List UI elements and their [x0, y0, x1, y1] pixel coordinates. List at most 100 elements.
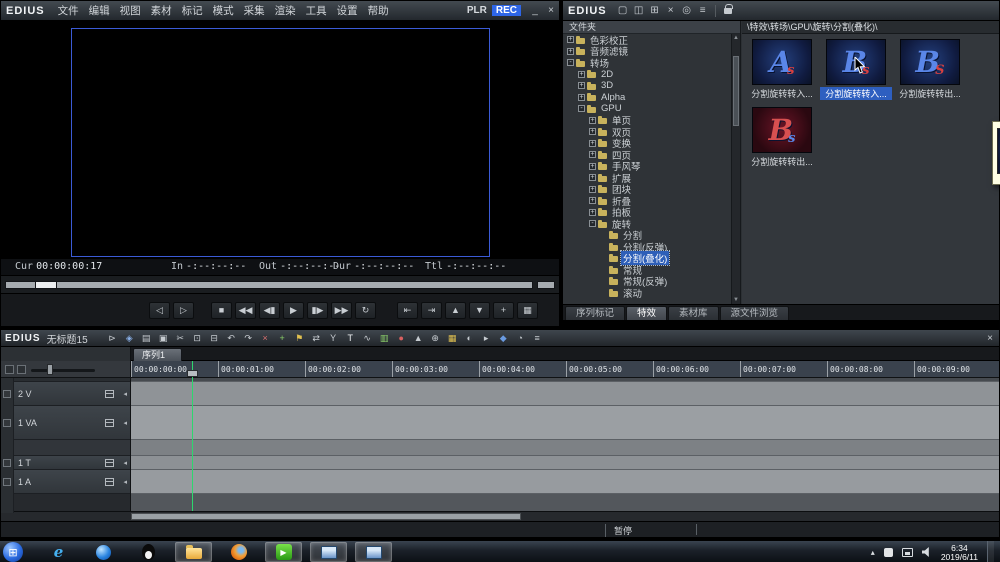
taskbar-clock[interactable]: 6:34 2019/6/11: [941, 542, 978, 562]
sequence-tab[interactable]: 序列1: [133, 348, 183, 361]
tree-item[interactable]: + 2D: [563, 69, 731, 81]
previous-edit-point-button[interactable]: ▲: [445, 301, 466, 319]
tree-item[interactable]: + 双页: [563, 126, 731, 139]
tree-expander-icon[interactable]: +: [589, 185, 596, 193]
timescale-slider-thumb[interactable]: [47, 364, 53, 375]
thumbnail-view-icon[interactable]: ⊞: [647, 4, 663, 18]
audio-track-lane[interactable]: [131, 470, 999, 494]
delete-icon[interactable]: ×: [663, 4, 679, 18]
effect-thumbnail[interactable]: Bs: [752, 107, 812, 153]
title-icon[interactable]: T: [342, 332, 359, 345]
effect-thumbnail[interactable]: BS: [900, 39, 960, 85]
title-track-lane[interactable]: [131, 456, 999, 470]
palette-tab[interactable]: 源文件浏览: [719, 306, 790, 320]
track-sync-icon[interactable]: [3, 390, 11, 398]
display-mode-button[interactable]: ▦: [517, 301, 538, 319]
track-sync-icon[interactable]: [3, 459, 11, 467]
stop-button[interactable]: ■: [211, 301, 232, 319]
tree-expander-icon[interactable]: +: [589, 116, 596, 124]
minimize-icon[interactable]: _: [527, 5, 543, 16]
loop-play-button[interactable]: ↻: [355, 301, 376, 319]
close-icon[interactable]: ×: [543, 5, 559, 16]
track-header-video-audio[interactable]: 1 VA ◂: [1, 406, 130, 440]
tree-item[interactable]: + Alpha: [563, 92, 731, 104]
palette-tab[interactable]: 素材库: [668, 306, 719, 320]
track-height-button[interactable]: [17, 365, 26, 374]
record-icon[interactable]: ●: [393, 332, 410, 345]
player-mode-button[interactable]: PLR: [464, 5, 490, 16]
new-folder-icon[interactable]: ▢: [615, 4, 631, 18]
rewind-button[interactable]: ◀◀: [235, 301, 256, 319]
track-output-icon[interactable]: [105, 389, 114, 398]
tree-expander-icon[interactable]: +: [589, 139, 596, 147]
tree-item[interactable]: + 手风琴: [563, 161, 731, 173]
play-button[interactable]: ▶: [283, 301, 304, 319]
scrubber-track[interactable]: [5, 281, 533, 289]
menu-item[interactable]: 文件: [53, 3, 84, 18]
tree-expander-icon[interactable]: +: [567, 36, 574, 44]
tray-app-icon[interactable]: [883, 547, 893, 557]
track-sync-icon[interactable]: [3, 419, 11, 427]
tree-item[interactable]: + 拍板: [563, 207, 731, 219]
tree-expander-icon[interactable]: +: [578, 82, 585, 90]
cut-icon[interactable]: ✂: [172, 332, 189, 345]
track-header-video[interactable]: 2 V ◂: [1, 382, 130, 406]
tree-expander-icon[interactable]: +: [589, 151, 596, 159]
taskbar-ie[interactable]: e: [40, 542, 77, 562]
tree-item[interactable]: 滚动: [563, 287, 731, 300]
copy-icon[interactable]: ⊡: [189, 332, 206, 345]
menu-item[interactable]: 设置: [332, 3, 363, 18]
timeline-ruler[interactable]: 00:00:00:00 00:00:01:00 00:00:02:00 00:0…: [131, 361, 999, 378]
track-expand-icon[interactable]: ◂: [123, 419, 127, 427]
properties-icon[interactable]: ◎: [679, 4, 695, 18]
tree-item[interactable]: - 旋转: [563, 218, 731, 231]
tree-item[interactable]: + 变换: [563, 138, 731, 150]
video-audio-track-lane[interactable]: [131, 406, 999, 440]
save-icon[interactable]: ▣: [155, 332, 172, 345]
tree-item[interactable]: + 3D: [563, 80, 731, 92]
timescale-button[interactable]: [5, 365, 14, 374]
duration-icon[interactable]: ◔: [512, 332, 529, 345]
set-in-point-button[interactable]: ⇤: [397, 301, 418, 319]
menu-item[interactable]: 渲染: [270, 3, 301, 18]
sub-track-lane[interactable]: [131, 440, 999, 456]
track-lanes[interactable]: [131, 378, 999, 513]
tree-expander-icon[interactable]: -: [567, 59, 574, 67]
menu-item[interactable]: 工具: [301, 3, 332, 18]
track-output-icon[interactable]: [105, 477, 114, 486]
track-expand-icon[interactable]: ◂: [123, 478, 127, 486]
tree-item[interactable]: - GPU: [563, 103, 731, 115]
menu-item[interactable]: 模式: [208, 3, 239, 18]
palette-tab[interactable]: 序列标记: [565, 306, 626, 320]
menu-item[interactable]: 采集: [239, 3, 270, 18]
tree-item[interactable]: + 扩展: [563, 172, 731, 185]
set-out-point-button[interactable]: ⇥: [421, 301, 442, 319]
position-scrubber[interactable]: [1, 275, 559, 293]
add-clip-icon[interactable]: +: [274, 332, 291, 345]
timescale-slider[interactable]: [31, 369, 95, 372]
taskbar-firefox[interactable]: [220, 542, 257, 562]
play-icon[interactable]: ▸: [478, 332, 495, 345]
volume-icon[interactable]: [921, 547, 929, 557]
timeline-horizontal-scrollbar[interactable]: [1, 511, 999, 521]
next-edit-point-button[interactable]: ▼: [469, 301, 490, 319]
tree-expander-icon[interactable]: +: [567, 47, 574, 55]
tree-expander-icon[interactable]: +: [589, 128, 596, 136]
taskbar-editor[interactable]: [310, 542, 347, 562]
effect-item[interactable]: As 分割旋转转入...: [746, 39, 818, 100]
effect-icon[interactable]: ◈: [121, 332, 138, 345]
track-header-title[interactable]: 1 T ◂: [1, 456, 130, 470]
palette-tab[interactable]: 特效: [626, 306, 668, 320]
scrubber-thumb[interactable]: [35, 281, 57, 289]
video-track-lane[interactable]: [131, 382, 999, 406]
close-icon[interactable]: ×: [981, 333, 999, 344]
tree-item[interactable]: + 单页: [563, 115, 731, 127]
effect-thumbnail[interactable]: As: [752, 39, 812, 85]
network-icon[interactable]: [901, 547, 913, 557]
taskbar-explorer[interactable]: [175, 542, 212, 562]
tree-expander-icon[interactable]: +: [589, 174, 596, 182]
tree-expander-icon[interactable]: +: [578, 93, 585, 101]
move-up-icon[interactable]: ▲: [410, 332, 427, 345]
library-icon[interactable]: ▤: [138, 332, 155, 345]
audio-waveform-icon[interactable]: ∿: [359, 332, 376, 345]
